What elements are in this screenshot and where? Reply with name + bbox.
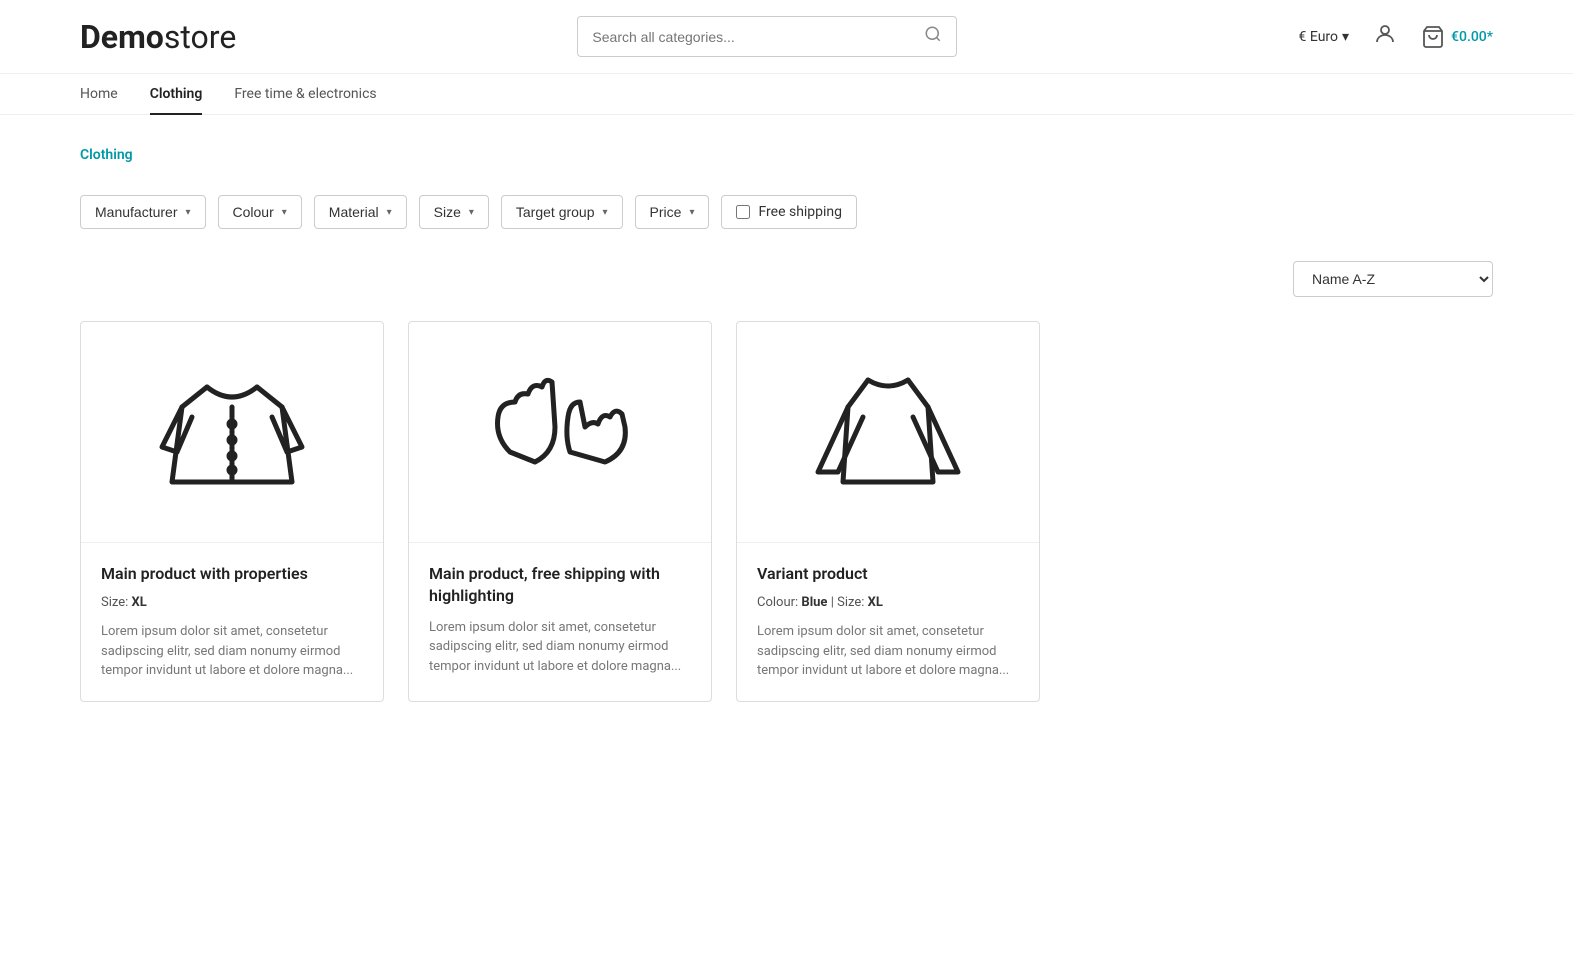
search-input[interactable] (592, 29, 924, 45)
nav-item-clothing[interactable]: Clothing (150, 74, 203, 114)
search-bar (577, 16, 957, 57)
filter-colour-label: Colour (233, 204, 274, 220)
cart-price: €0.00* (1451, 29, 1493, 45)
site-header: Demostore € Euro ▾ €0.00* (0, 0, 1573, 74)
product-name-3: Variant product (757, 563, 1019, 585)
product-card-1[interactable]: Main product with properties Size: XL Lo… (80, 321, 384, 702)
product-card-3[interactable]: Variant product Colour: Blue | Size: XL … (736, 321, 1040, 702)
product-info-3: Variant product Colour: Blue | Size: XL … (737, 542, 1039, 701)
product-colour-value-3: Blue (801, 595, 827, 610)
product-props-value-1: XL (132, 595, 147, 610)
currency-label: € Euro (1299, 29, 1339, 45)
product-image-2 (409, 322, 711, 542)
main-nav: Home Clothing Free time & electronics (0, 74, 1573, 115)
product-desc-2: Lorem ipsum dolor sit amet, consetetur s… (429, 618, 691, 677)
product-desc-1: Lorem ipsum dolor sit amet, consetetur s… (101, 622, 363, 681)
nav-item-home[interactable]: Home (80, 74, 118, 114)
filter-material[interactable]: Material ▾ (314, 195, 407, 229)
product-size-label-3: Size: (837, 595, 864, 610)
search-icon (924, 25, 942, 43)
filter-price-label: Price (650, 204, 682, 220)
filter-manufacturer-label: Manufacturer (95, 204, 177, 220)
product-desc-3: Lorem ipsum dolor sit amet, consetetur s… (757, 622, 1019, 681)
filter-bar: Manufacturer ▾ Colour ▾ Material ▾ Size … (80, 195, 1493, 229)
sort-select[interactable]: Name A-Z Name Z-A Price ascending Price … (1293, 261, 1493, 297)
main-content: Clothing Manufacturer ▾ Colour ▾ Materia… (0, 115, 1573, 734)
product-grid: Main product with properties Size: XL Lo… (80, 321, 1040, 702)
cart-icon (1421, 25, 1445, 49)
product-card-2[interactable]: Main product, free shipping with highlig… (408, 321, 712, 702)
price-chevron-icon: ▾ (689, 207, 694, 218)
sweater-icon (808, 352, 968, 512)
filter-size-label: Size (434, 204, 461, 220)
logo-rest: store (164, 18, 236, 56)
product-props-label-1: Size: (101, 595, 128, 610)
user-icon (1373, 22, 1397, 46)
size-chevron-icon: ▾ (469, 207, 474, 218)
sort-row: Name A-Z Name Z-A Price ascending Price … (80, 261, 1493, 297)
header-actions: € Euro ▾ €0.00* (1299, 22, 1493, 52)
currency-selector[interactable]: € Euro ▾ (1299, 29, 1350, 45)
filter-price[interactable]: Price ▾ (635, 195, 710, 229)
filter-target-group-label: Target group (516, 204, 595, 220)
product-colour-label-3: Colour: (757, 595, 798, 610)
page-title: Clothing (80, 147, 1493, 163)
product-image-1 (81, 322, 383, 542)
filter-manufacturer[interactable]: Manufacturer ▾ (80, 195, 206, 229)
nav-item-free-time[interactable]: Free time & electronics (234, 74, 376, 114)
filter-target-group[interactable]: Target group ▾ (501, 195, 623, 229)
product-info-1: Main product with properties Size: XL Lo… (81, 542, 383, 701)
logo-bold: Demo (80, 18, 164, 56)
site-logo[interactable]: Demostore (80, 18, 236, 56)
product-size-value-3: XL (868, 595, 883, 610)
search-button[interactable] (924, 25, 942, 48)
free-shipping-checkbox[interactable] (736, 205, 750, 219)
target-group-chevron-icon: ▾ (603, 207, 608, 218)
product-props-1: Size: XL (101, 595, 363, 610)
filter-material-label: Material (329, 204, 379, 220)
product-info-2: Main product, free shipping with highlig… (409, 542, 711, 696)
manufacturer-chevron-icon: ▾ (185, 207, 190, 218)
filter-size[interactable]: Size ▾ (419, 195, 489, 229)
product-name-2: Main product, free shipping with highlig… (429, 563, 691, 608)
product-image-3 (737, 322, 1039, 542)
free-shipping-label: Free shipping (758, 204, 842, 220)
currency-chevron-icon: ▾ (1342, 29, 1349, 45)
colour-chevron-icon: ▾ (282, 207, 287, 218)
product-props-3: Colour: Blue | Size: XL (757, 595, 1019, 610)
user-account-button[interactable] (1373, 22, 1397, 52)
jacket-icon (152, 352, 312, 512)
product-name-1: Main product with properties (101, 563, 363, 585)
cart-button[interactable]: €0.00* (1421, 25, 1493, 49)
free-shipping-filter[interactable]: Free shipping (721, 195, 857, 229)
filter-colour[interactable]: Colour ▾ (218, 195, 302, 229)
mittens-icon (480, 352, 640, 512)
material-chevron-icon: ▾ (387, 207, 392, 218)
